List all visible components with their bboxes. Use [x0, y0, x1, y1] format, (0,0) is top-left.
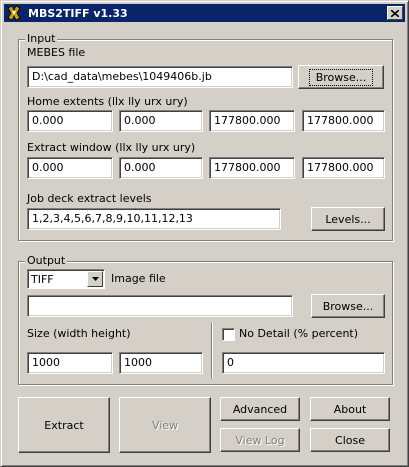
- width-field[interactable]: 1000: [27, 352, 113, 374]
- levels-button[interactable]: Levels...: [311, 207, 385, 231]
- no-detail-checkbox[interactable]: [222, 328, 235, 341]
- window-title: MBS2TIFF v1.33: [28, 6, 128, 20]
- format-select[interactable]: TIFF: [27, 269, 105, 289]
- mebes-file-input[interactable]: D:\cad_data\mebes\1049406b.jb: [27, 66, 293, 88]
- format-dropdown-button[interactable]: [87, 271, 103, 287]
- close-icon: [391, 9, 399, 17]
- job-deck-levels-label: Job deck extract levels: [27, 192, 152, 205]
- extract-ury-field[interactable]: 177800.000: [302, 157, 385, 179]
- close-button[interactable]: Close: [310, 428, 390, 452]
- extract-window-label: Extract window (llx lly urx ury): [27, 141, 196, 154]
- mebes-browse-label: Browse...: [308, 68, 374, 86]
- extract-llx-field[interactable]: 0.000: [27, 157, 113, 179]
- mebes-browse-button[interactable]: Browse...: [298, 65, 384, 89]
- mebes-file-label: MEBES file: [27, 46, 86, 59]
- home-ury-field[interactable]: 177800.000: [302, 110, 385, 132]
- app-icon: [7, 5, 21, 21]
- extract-button[interactable]: Extract: [18, 397, 110, 453]
- height-field[interactable]: 1000: [119, 352, 203, 374]
- output-group-label: Output: [25, 254, 68, 267]
- size-label: Size (width height): [27, 327, 131, 340]
- home-urx-field[interactable]: 177800.000: [209, 110, 295, 132]
- home-llx-field[interactable]: 0.000: [27, 110, 113, 132]
- image-file-label: Image file: [111, 272, 166, 285]
- main-window: MBS2TIFF v1.33 Input MEBES file D:\cad_d…: [0, 0, 409, 467]
- extract-lly-field[interactable]: 0.000: [119, 157, 203, 179]
- job-deck-levels-input[interactable]: 1,2,3,4,5,6,7,8,9,10,11,12,13: [27, 208, 281, 230]
- advanced-button[interactable]: Advanced: [220, 397, 300, 421]
- close-window-button[interactable]: [387, 6, 403, 20]
- chevron-down-icon: [91, 277, 99, 281]
- title-bar[interactable]: MBS2TIFF v1.33: [4, 4, 405, 22]
- input-group-label: Input: [25, 32, 58, 45]
- no-detail-label: No Detail (% percent): [239, 327, 359, 340]
- home-lly-field[interactable]: 0.000: [119, 110, 203, 132]
- home-extents-label: Home extents (llx lly urx ury): [27, 95, 188, 108]
- view-log-button[interactable]: View Log: [220, 428, 300, 452]
- image-browse-button[interactable]: Browse...: [311, 294, 385, 318]
- about-button[interactable]: About: [310, 397, 390, 421]
- view-button[interactable]: View: [119, 397, 211, 453]
- output-divider: [211, 323, 213, 379]
- extract-urx-field[interactable]: 177800.000: [209, 157, 295, 179]
- no-detail-percent-field[interactable]: 0: [222, 352, 385, 374]
- format-select-value: TIFF: [31, 273, 54, 286]
- image-file-input[interactable]: [27, 295, 293, 317]
